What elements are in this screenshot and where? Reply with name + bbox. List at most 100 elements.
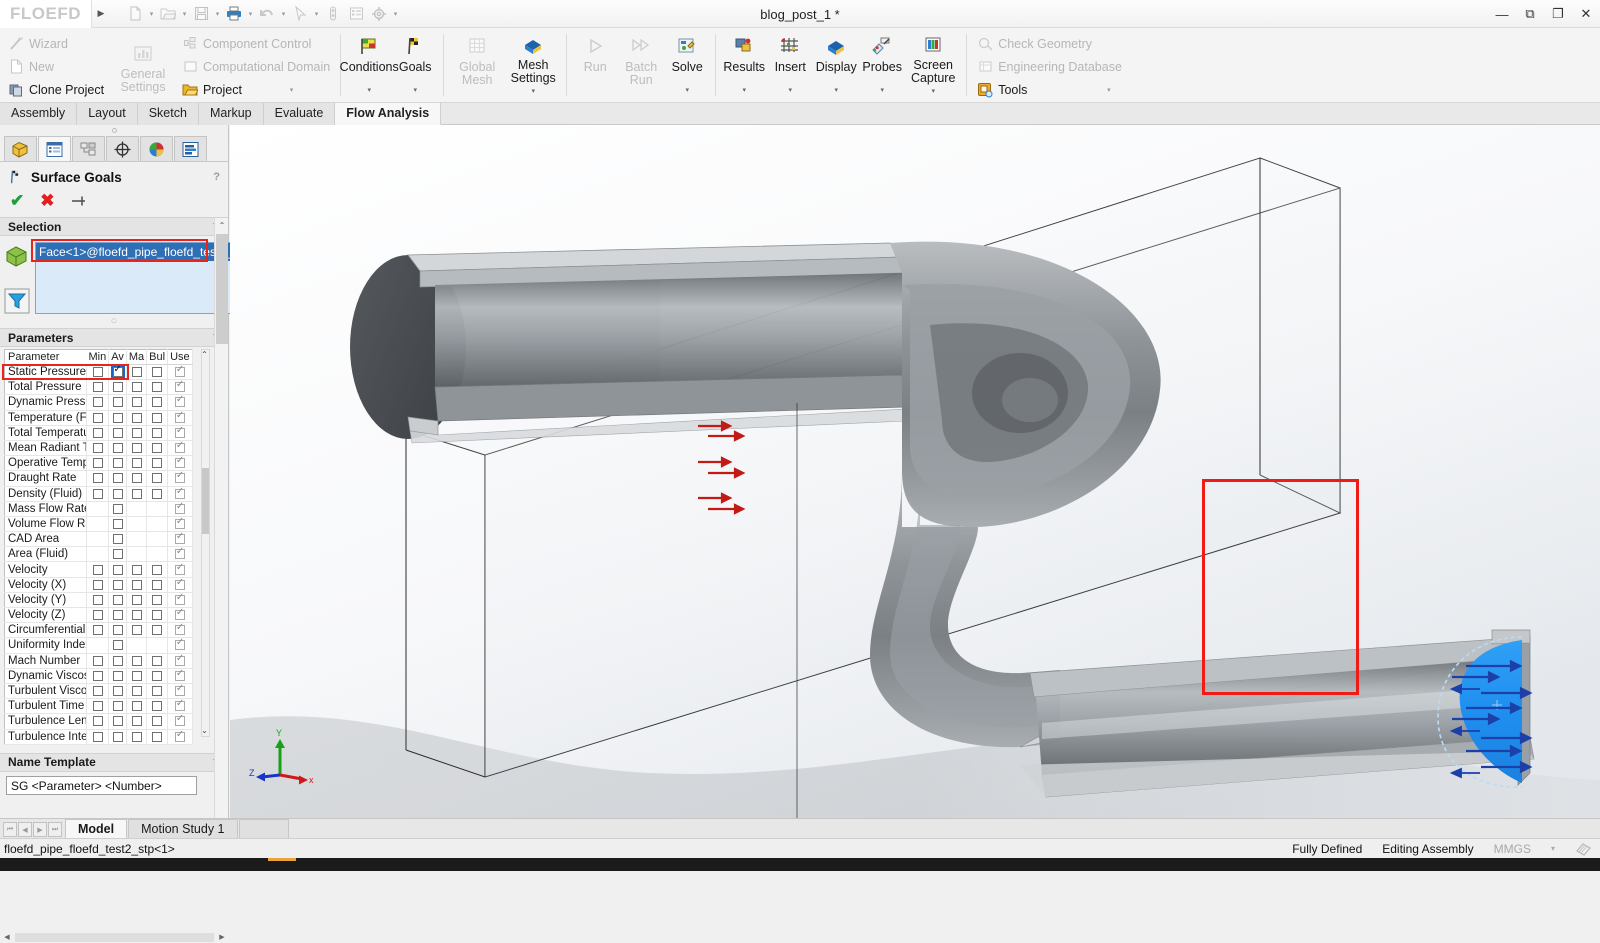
checkbox-min[interactable]	[92, 625, 103, 636]
checkbox-av[interactable]	[112, 701, 123, 712]
ribbon-component-control-button[interactable]: Component Control	[177, 32, 335, 55]
checkbox-max[interactable]	[131, 625, 142, 636]
table-row[interactable]: Mach Number	[4, 653, 193, 669]
ribbon-general-settings-button[interactable]: General Settings	[115, 30, 171, 100]
checkbox-bulk[interactable]	[152, 610, 163, 621]
checkbox-max[interactable]	[131, 412, 142, 423]
panel-horizontal-scrollbar[interactable]: ◀ ▶	[0, 931, 229, 943]
checkbox-use[interactable]	[174, 440, 185, 453]
checkbox-bulk[interactable]	[152, 731, 163, 742]
checkbox-use[interactable]	[174, 410, 185, 423]
checkbox-cell-max[interactable]	[126, 683, 148, 700]
checkbox-cell-bulk[interactable]	[146, 470, 169, 487]
checkbox-cell-max[interactable]	[126, 410, 148, 426]
checkbox-cell-max[interactable]	[126, 668, 148, 684]
ribbon-insert-button[interactable]: Insert ▾	[767, 30, 813, 99]
checkbox-cell-bulk[interactable]	[146, 713, 169, 730]
tab-model[interactable]: Model	[65, 819, 128, 838]
checkbox-cell-bulk[interactable]	[146, 364, 169, 381]
checkbox-use[interactable]	[174, 379, 185, 393]
checkbox-av[interactable]	[112, 503, 123, 514]
checkbox-cell-use[interactable]	[167, 516, 193, 533]
checkbox-min[interactable]	[92, 473, 103, 484]
checkbox-cell-use[interactable]	[167, 607, 193, 624]
checkbox-max[interactable]	[131, 579, 142, 590]
checkbox-bulk[interactable]	[152, 625, 163, 636]
checkbox-cell-max[interactable]	[126, 713, 148, 730]
tab-add-new[interactable]	[238, 819, 289, 838]
checkbox-cell-max[interactable]	[126, 653, 148, 669]
checkbox-cell-min[interactable]	[86, 653, 110, 669]
checkbox-cell-min[interactable]	[86, 577, 110, 593]
checkbox-cell-max[interactable]	[126, 455, 148, 472]
checkbox-min[interactable]	[92, 594, 103, 605]
checkbox-av[interactable]	[112, 716, 123, 727]
checkbox-cell-use[interactable]	[167, 394, 193, 411]
checkbox-cell-bulk[interactable]	[146, 410, 169, 426]
checkbox-bulk[interactable]	[152, 716, 163, 727]
checkbox-cell-bulk[interactable]	[146, 379, 169, 396]
checkbox-use[interactable]	[174, 698, 185, 712]
checkbox-cell-max[interactable]	[126, 561, 148, 578]
checkbox-max[interactable]	[131, 610, 142, 621]
checkbox-use[interactable]	[174, 577, 185, 590]
ribbon-results-button[interactable]: Results ▾	[721, 30, 767, 99]
save-icon[interactable]	[190, 3, 212, 25]
checkbox-use[interactable]	[174, 622, 185, 636]
tab-evaluate[interactable]: Evaluate	[263, 103, 336, 125]
checkbox-cell-use[interactable]	[167, 425, 193, 441]
table-row[interactable]: Turbulent Time	[4, 698, 193, 715]
checkbox-cell-av[interactable]	[108, 455, 127, 472]
checkbox-cell-av[interactable]	[108, 516, 127, 533]
close-button[interactable]: ✕	[1578, 6, 1594, 22]
checkbox-bulk[interactable]	[152, 564, 163, 575]
selection-filter-icon[interactable]	[4, 288, 30, 314]
checkbox-cell-max[interactable]	[126, 470, 148, 487]
checkbox-cell-max[interactable]	[126, 486, 148, 502]
checkbox-cell-max[interactable]	[126, 577, 148, 593]
menu-expand-arrow[interactable]: ▶	[92, 0, 110, 28]
checkbox-cell-bulk[interactable]	[146, 440, 169, 457]
print-caret[interactable]: ▾	[246, 10, 255, 18]
checkbox-cell-use[interactable]	[167, 698, 193, 715]
checkbox-use[interactable]	[174, 516, 185, 529]
checkbox-cell-min[interactable]	[86, 668, 110, 684]
checkbox-av[interactable]	[112, 518, 123, 529]
checkbox-cell-av[interactable]	[108, 713, 127, 730]
checkbox-use[interactable]	[174, 546, 185, 560]
checkbox-cell-av[interactable]	[108, 607, 127, 624]
checkbox-cell-av[interactable]	[108, 440, 127, 457]
restore-down-button[interactable]: ⧉	[1522, 6, 1538, 22]
checkbox-cell-max[interactable]	[126, 364, 148, 381]
tab-motion-study-1[interactable]: Motion Study 1	[128, 819, 238, 838]
checkbox-min[interactable]	[92, 670, 103, 681]
tab-sketch[interactable]: Sketch	[137, 103, 199, 125]
status-units[interactable]: MMGS	[1494, 842, 1531, 856]
checkbox-cell-use[interactable]	[167, 410, 193, 426]
checkbox-cell-use[interactable]	[167, 501, 193, 517]
checkbox-use[interactable]	[174, 668, 185, 681]
checkbox-min[interactable]	[92, 686, 103, 696]
confirm-ok-button[interactable]: ✔	[10, 191, 24, 211]
checkbox-bulk[interactable]	[152, 443, 163, 453]
checkbox-min[interactable]	[92, 443, 103, 453]
new-document-caret[interactable]: ▾	[147, 10, 156, 18]
checkbox-min[interactable]	[92, 610, 103, 621]
ribbon-screen-capture-button[interactable]: Screen Capture ▾	[905, 30, 961, 99]
table-row[interactable]: Uniformity Index	[4, 637, 193, 654]
checkbox-av[interactable]	[112, 397, 123, 408]
checkbox-cell-bulk[interactable]	[146, 729, 169, 745]
minimize-button[interactable]: —	[1494, 7, 1510, 22]
table-row[interactable]: Turbulent Viscosi	[4, 683, 193, 700]
property-manager-tab[interactable]	[38, 136, 71, 161]
checkbox-cell-av[interactable]	[108, 470, 127, 487]
name-template-input[interactable]: SG <Parameter> <Number>	[6, 775, 197, 795]
table-row[interactable]: Mean Radiant Te	[4, 440, 193, 457]
checkbox-av[interactable]	[112, 488, 123, 499]
checkbox-use[interactable]	[174, 501, 185, 514]
checkbox-av[interactable]	[112, 686, 123, 696]
checkbox-cell-min[interactable]	[86, 683, 110, 700]
checkbox-cell-max[interactable]	[126, 592, 148, 609]
checkbox-cell-min[interactable]	[86, 592, 110, 609]
checkbox-cell-min[interactable]	[86, 410, 110, 426]
